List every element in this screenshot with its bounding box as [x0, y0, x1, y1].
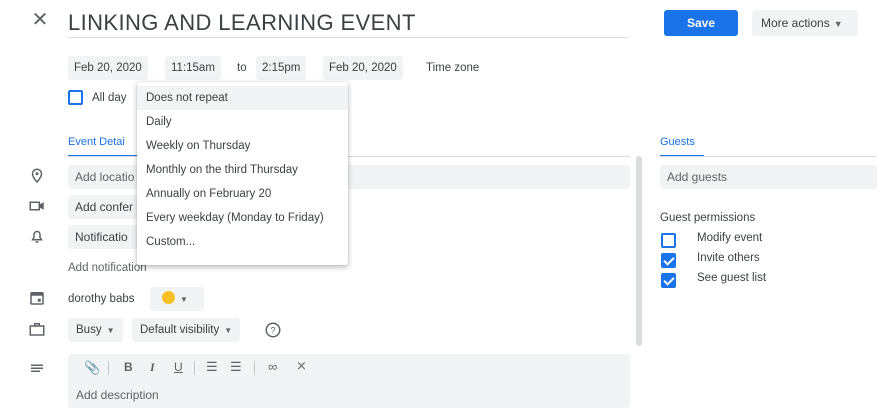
repeat-option-custom[interactable]: Custom... — [137, 230, 348, 254]
repeat-option-daily[interactable]: Daily — [137, 110, 348, 134]
repeat-option-monthly[interactable]: Monthly on the third Thursday — [137, 158, 348, 182]
add-notification-link[interactable]: Add notification — [68, 256, 147, 280]
tab-guests[interactable]: Guests — [660, 136, 695, 148]
start-time-chip[interactable]: 11:15am — [165, 56, 221, 80]
toolbar-divider — [194, 361, 195, 375]
close-icon[interactable]: ✕ — [28, 8, 52, 32]
repeat-option-every-weekday[interactable]: Every weekday (Monday to Friday) — [137, 206, 348, 230]
all-day-label: All day — [92, 92, 127, 104]
svg-text:?: ? — [270, 325, 275, 335]
add-guests-input[interactable]: Add guests — [660, 165, 877, 189]
busy-select[interactable]: Busy ▼ — [68, 318, 123, 342]
description-placeholder: Add description — [76, 388, 159, 402]
chevron-down-icon: ▼ — [180, 295, 188, 304]
repeat-option-does-not-repeat[interactable]: Does not repeat — [137, 86, 348, 110]
to-label: to — [237, 62, 247, 74]
modify-event-label: Modify event — [697, 232, 763, 244]
italic-icon[interactable]: I — [150, 360, 155, 375]
chevron-down-icon: ▼ — [106, 326, 115, 335]
end-date-chip[interactable]: Feb 20, 2020 — [323, 56, 403, 80]
modify-event-checkbox[interactable] — [661, 233, 676, 248]
see-guest-list-checkbox[interactable] — [661, 273, 676, 288]
repeat-option-weekly[interactable]: Weekly on Thursday — [137, 134, 348, 158]
start-date-chip[interactable]: Feb 20, 2020 — [68, 56, 148, 80]
guest-permissions-title: Guest permissions — [660, 212, 756, 224]
notification-select[interactable]: Notificatio — [68, 225, 148, 249]
details-scrollbar[interactable] — [636, 156, 642, 346]
help-icon[interactable]: ? — [264, 321, 282, 339]
event-title-input[interactable]: LINKING AND LEARNING EVENT — [68, 8, 628, 38]
bell-icon — [31, 230, 43, 243]
visibility-label: Default visibility — [140, 324, 220, 336]
clear-formatting-icon[interactable]: ⨯ — [296, 358, 307, 374]
link-icon[interactable]: ∞ — [268, 359, 277, 374]
visibility-select[interactable]: Default visibility ▼ — [132, 318, 241, 342]
description-lines-icon — [31, 364, 43, 372]
toolbar-divider — [108, 361, 109, 375]
tab-event-details[interactable]: Event Detai — [68, 136, 125, 148]
invite-others-checkbox[interactable] — [661, 253, 676, 268]
location-pin-icon — [31, 168, 43, 184]
time-zone-link[interactable]: Time zone — [426, 56, 479, 80]
calendar-color-select[interactable]: ▼ — [150, 287, 204, 311]
busy-label: Busy — [76, 324, 102, 336]
toolbar-divider — [254, 361, 255, 375]
calendar-owner-label: dorothy babs — [68, 293, 135, 305]
end-time-chip[interactable]: 2:15pm — [256, 56, 307, 80]
calendar-icon — [30, 292, 44, 305]
bulleted-list-icon[interactable]: ☰ — [230, 359, 242, 375]
more-actions-button[interactable]: More actions ▼ — [752, 10, 858, 36]
attachment-icon[interactable]: 📎 — [84, 360, 100, 376]
numbered-list-icon[interactable]: ☰ — [206, 359, 218, 375]
all-day-checkbox[interactable] — [68, 90, 83, 105]
chevron-down-icon: ▼ — [224, 326, 233, 335]
description-editor[interactable]: 📎 B I U ☰ ☰ ∞ ⨯ Add description — [68, 354, 630, 408]
invite-others-label: Invite others — [697, 252, 760, 264]
repeat-dropdown-menu: Does not repeat Daily Weekly on Thursday… — [137, 82, 348, 265]
add-conferencing-button[interactable]: Add confer — [68, 195, 148, 219]
more-actions-label: More actions — [761, 16, 830, 30]
briefcase-icon — [29, 323, 45, 336]
bold-icon[interactable]: B — [124, 360, 133, 374]
color-dot — [162, 291, 175, 304]
underline-icon[interactable]: U — [174, 360, 183, 374]
save-button[interactable]: Save — [664, 10, 738, 36]
video-camera-icon — [29, 201, 44, 211]
repeat-option-annually[interactable]: Annually on February 20 — [137, 182, 348, 206]
guests-divider — [660, 156, 877, 157]
see-guest-list-label: See guest list — [697, 272, 767, 284]
chevron-down-icon: ▼ — [833, 19, 843, 29]
